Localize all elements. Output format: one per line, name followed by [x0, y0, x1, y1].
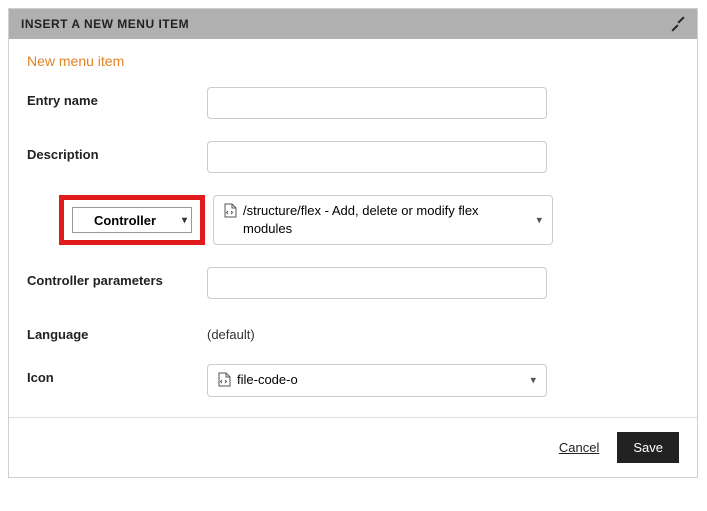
- type-select[interactable]: Controller: [72, 207, 192, 233]
- description-input[interactable]: [207, 141, 547, 173]
- language-value: (default): [207, 321, 547, 342]
- controller-combo-value: /structure/flex - Add, delete or modify …: [243, 202, 524, 238]
- label-language: Language: [27, 321, 207, 342]
- cancel-button[interactable]: Cancel: [559, 440, 599, 455]
- save-button[interactable]: Save: [617, 432, 679, 463]
- label-description: Description: [27, 141, 207, 162]
- icon-combo-value: file-code-o: [237, 371, 298, 389]
- panel-header: Insert a new menu item: [9, 9, 697, 39]
- controller-combo[interactable]: /structure/flex - Add, delete or modify …: [213, 195, 553, 245]
- label-controller-params: Controller parameters: [27, 267, 207, 288]
- file-code-icon: [224, 203, 237, 218]
- row-controller-params: Controller parameters: [27, 267, 679, 299]
- controller-params-input[interactable]: [207, 267, 547, 299]
- row-description: Description: [27, 141, 679, 173]
- subtitle: New menu item: [27, 53, 679, 69]
- type-select-value: Controller: [94, 213, 156, 228]
- row-type-controller: Controller /structure/flex - Add, delete…: [27, 195, 679, 245]
- panel-title: Insert a new menu item: [21, 17, 189, 31]
- row-entry-name: Entry name: [27, 87, 679, 119]
- label-entry-name: Entry name: [27, 87, 207, 108]
- type-highlight-box: Controller: [59, 195, 205, 245]
- panel-footer: Cancel Save: [9, 417, 697, 477]
- collapse-icon[interactable]: [671, 17, 685, 31]
- row-icon: Icon file-code-o: [27, 364, 679, 396]
- panel-body: New menu item Entry name Description Con…: [9, 39, 697, 417]
- icon-combo[interactable]: file-code-o: [207, 364, 547, 396]
- insert-menu-item-panel: Insert a new menu item New menu item Ent…: [8, 8, 698, 478]
- label-icon: Icon: [27, 364, 207, 385]
- file-code-icon: [218, 372, 231, 387]
- entry-name-input[interactable]: [207, 87, 547, 119]
- row-language: Language (default): [27, 321, 679, 342]
